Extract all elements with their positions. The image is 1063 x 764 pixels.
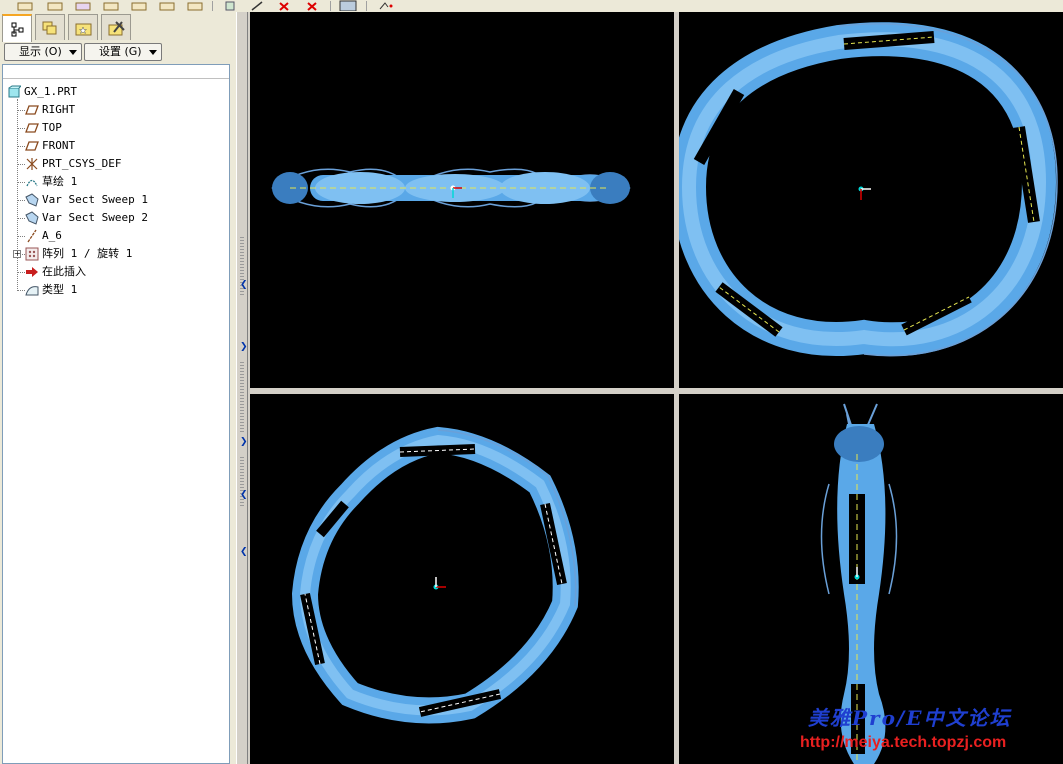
tree-item-label: Var Sect Sweep 1 — [42, 193, 148, 206]
datum-plane-icon — [25, 141, 39, 151]
tree-root-node[interactable]: GX_1.PRT — [7, 84, 77, 100]
favorites-icon — [108, 21, 125, 36]
expand-toggle[interactable]: + — [13, 250, 21, 258]
chevron-down-icon — [149, 50, 157, 55]
model-tree: GX_1.PRT RIGHT TOP FRONT PRT_CSYS_DEF 草绘… — [2, 64, 230, 764]
expand-right-icon[interactable]: ❯ — [240, 342, 248, 352]
tree-item-csys[interactable]: PRT_CSYS_DEF — [25, 156, 121, 172]
delete-button[interactable] — [298, 0, 320, 11]
toolbar-button[interactable] — [100, 0, 122, 11]
graphics-area — [248, 12, 1063, 764]
tree-item-sweep-2[interactable]: Var Sect Sweep 2 — [25, 210, 148, 226]
tree-item-label: A_6 — [42, 229, 62, 242]
tree-item-surface[interactable]: 类型 1 — [25, 282, 77, 298]
tree-item-pattern[interactable]: 阵列 1 / 旋转 1 — [25, 246, 132, 262]
folder-browser-tab[interactable] — [68, 14, 98, 40]
model-tree-tab[interactable] — [2, 14, 32, 42]
datum-plane-icon — [25, 123, 39, 133]
tree-item-label: 类型 1 — [42, 283, 78, 296]
settings-menu-label: 设置 (G) — [99, 45, 142, 58]
sketch-icon — [26, 179, 38, 187]
chevron-down-icon — [69, 50, 77, 55]
tree-item-sweep-1[interactable]: Var Sect Sweep 1 — [25, 192, 148, 208]
collapse-left-icon[interactable]: ❮ — [240, 280, 248, 290]
toolbar-button[interactable] — [220, 0, 242, 11]
pattern-icon — [25, 247, 39, 261]
coordinate-system-icon — [26, 158, 38, 170]
toolbar-button[interactable] — [338, 0, 360, 12]
viewport-front[interactable] — [250, 12, 674, 388]
tree-item-axis[interactable]: A_6 — [25, 228, 62, 244]
tree-item-sketch[interactable]: 草绘 1 — [25, 174, 77, 190]
toolbar-button[interactable] — [128, 0, 150, 11]
watermark-url: http://meiya.tech.topzj.com — [800, 734, 1007, 751]
expand-right-icon[interactable]: ❯ — [240, 437, 248, 447]
tree-item-label: Var Sect Sweep 2 — [42, 211, 148, 224]
toolbar-button[interactable] — [14, 0, 36, 11]
datum-plane-icon — [25, 105, 39, 115]
insert-here-icon — [26, 267, 38, 277]
favorites-tab[interactable] — [101, 14, 131, 40]
toolbar-button[interactable] — [72, 0, 94, 11]
navigator-menubar: 显示 (O) 设置 (G) — [2, 43, 232, 65]
viewport-top[interactable] — [679, 12, 1063, 388]
folder-icon — [75, 23, 92, 36]
toolbar-button[interactable] — [184, 0, 206, 11]
tree-item-label: 在此插入 — [42, 265, 86, 278]
sweep-icon — [25, 193, 39, 207]
tree-item-label: TOP — [42, 121, 62, 134]
part-icon — [8, 85, 21, 98]
collapse-left-icon[interactable]: ❮ — [240, 490, 248, 500]
tree-item-label: PRT_CSYS_DEF — [42, 157, 122, 170]
tree-item-label: 草绘 1 — [42, 175, 78, 188]
settings-menu-button[interactable]: 设置 (G) — [84, 43, 162, 61]
navigator-panel: 显示 (O) 设置 (G) GX_1.PRT RIGHT TOP FRONT P… — [0, 12, 236, 764]
toolbar-button[interactable] — [246, 0, 268, 11]
tree-root-label: GX_1.PRT — [24, 85, 77, 98]
layers-tab[interactable] — [35, 14, 65, 40]
navigator-tabs — [2, 14, 232, 42]
datum-axis-icon — [27, 229, 37, 243]
tree-item-front[interactable]: FRONT — [25, 138, 75, 154]
tree-item-right[interactable]: RIGHT — [25, 102, 75, 118]
watermark-title: 美雅Pro/E中文论坛 — [808, 706, 1012, 730]
show-menu-button[interactable]: 显示 (O) — [4, 43, 82, 61]
tree-item-label: RIGHT — [42, 103, 76, 116]
delete-button[interactable] — [270, 0, 292, 11]
model-tree-icon — [11, 22, 24, 37]
tree-item-top[interactable]: TOP — [25, 120, 62, 136]
show-menu-label: 显示 (O) — [19, 45, 62, 58]
panel-splitter[interactable]: ❮ ❯ ❯ ❮ ❮ — [236, 12, 248, 764]
tree-item-insert-here[interactable]: 在此插入 — [25, 264, 86, 280]
tree-item-label: FRONT — [42, 139, 76, 152]
layers-icon — [42, 21, 57, 35]
sweep-icon — [25, 211, 39, 225]
toolbar-button[interactable] — [44, 0, 66, 11]
toolbar-button[interactable] — [374, 0, 396, 11]
collapse-left-icon[interactable]: ❮ — [240, 547, 248, 557]
surface-icon — [25, 286, 39, 296]
tree-item-label: 阵列 1 / 旋转 1 — [42, 247, 133, 260]
viewport-right[interactable] — [250, 394, 674, 764]
toolbar-button[interactable] — [156, 0, 178, 11]
